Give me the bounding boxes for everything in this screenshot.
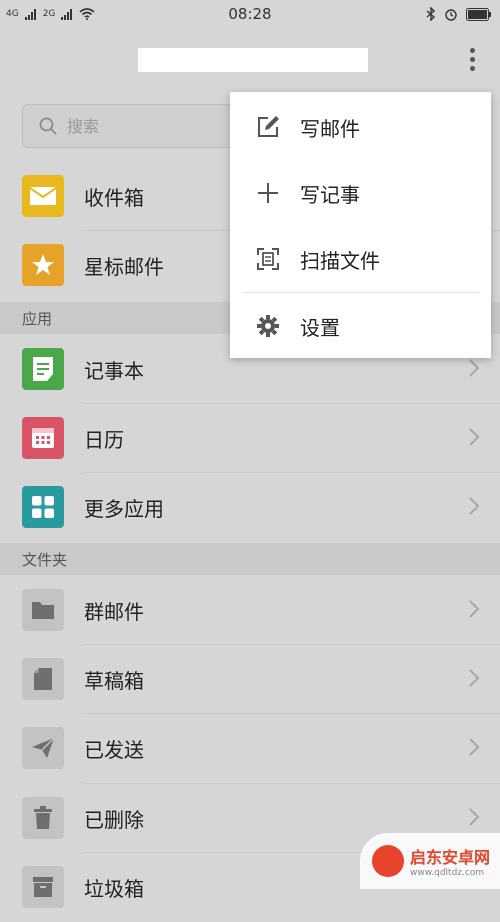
watermark-logo-icon: [372, 845, 404, 877]
list-item-label: 草稿箱: [84, 668, 144, 693]
list-item-calendar[interactable]: 日历: [0, 403, 500, 473]
menu-item-label: 扫描文件: [300, 248, 380, 273]
overflow-menu: 写邮件 写记事 扫描文件 设置: [230, 92, 491, 358]
more-dot-icon: [469, 65, 475, 71]
list-item-group-mail[interactable]: 群邮件: [0, 575, 500, 645]
menu-item-compose-mail[interactable]: 写邮件: [230, 94, 491, 160]
chevron-right-icon: [469, 359, 480, 377]
draft-icon: [22, 658, 64, 700]
scan-icon: [257, 248, 279, 270]
list-item-label: 星标邮件: [84, 254, 164, 279]
watermark-name: 启东安卓网: [410, 848, 491, 867]
menu-item-compose-note[interactable]: 写记事: [230, 160, 491, 226]
menu-item-settings[interactable]: 设置: [230, 293, 491, 359]
list-item-label: 记事本: [84, 358, 144, 383]
calendar-icon: [22, 417, 64, 459]
section-header-folders: 文件夹: [0, 543, 500, 575]
search-input[interactable]: [65, 115, 209, 137]
compose-icon: [258, 116, 279, 137]
watermark-text: 启东安卓网 www.qdltdz.com: [410, 844, 490, 878]
send-icon: [22, 727, 64, 769]
list-item-sent[interactable]: 已发送: [0, 713, 500, 783]
menu-item-label: 写记事: [300, 182, 360, 207]
list-item-label: 已删除: [84, 807, 144, 832]
list-item-label: 日历: [84, 427, 124, 452]
chevron-right-icon: [469, 428, 480, 446]
list-item-drafts[interactable]: 草稿箱: [0, 644, 500, 714]
more-dot-icon: [469, 47, 475, 53]
star-icon: [22, 244, 64, 286]
chevron-right-icon: [469, 600, 480, 618]
plus-icon: [258, 183, 278, 203]
menu-item-label: 写邮件: [300, 116, 360, 141]
list-item-label: 更多应用: [84, 496, 164, 521]
list-item-label: 收件箱: [84, 185, 144, 210]
spam-icon: [22, 866, 64, 908]
mail-icon: [22, 175, 64, 217]
section-title: 应用: [22, 309, 53, 328]
section-title: 文件夹: [22, 550, 68, 569]
more-dot-icon: [469, 56, 475, 62]
clock: 08:28: [228, 5, 272, 23]
gear-icon: [257, 315, 279, 337]
chevron-right-icon: [469, 669, 480, 687]
app-bar: [0, 28, 500, 90]
account-title-redacted: [138, 48, 368, 72]
status-bar: 4G 2G 08:28: [0, 0, 500, 28]
chevron-right-icon: [469, 808, 480, 826]
list-item-label: 垃圾箱: [84, 876, 144, 901]
chevron-right-icon: [469, 497, 480, 515]
site-watermark: 启东安卓网 www.qdltdz.com: [360, 833, 500, 889]
folder-icon: [22, 589, 64, 631]
chevron-right-icon: [469, 738, 480, 756]
menu-item-label: 设置: [300, 315, 340, 340]
list-item-label: 已发送: [84, 737, 144, 762]
notepad-icon: [22, 348, 64, 390]
search-icon: [39, 117, 57, 135]
more-options-button[interactable]: [462, 42, 482, 76]
trash-icon: [22, 797, 64, 839]
watermark-url: www.qdltdz.com: [410, 868, 485, 878]
menu-item-scan-document[interactable]: 扫描文件: [230, 226, 491, 292]
list-item-more-apps[interactable]: 更多应用: [0, 472, 500, 542]
list-item-label: 群邮件: [84, 599, 144, 624]
grid-icon: [22, 486, 64, 528]
